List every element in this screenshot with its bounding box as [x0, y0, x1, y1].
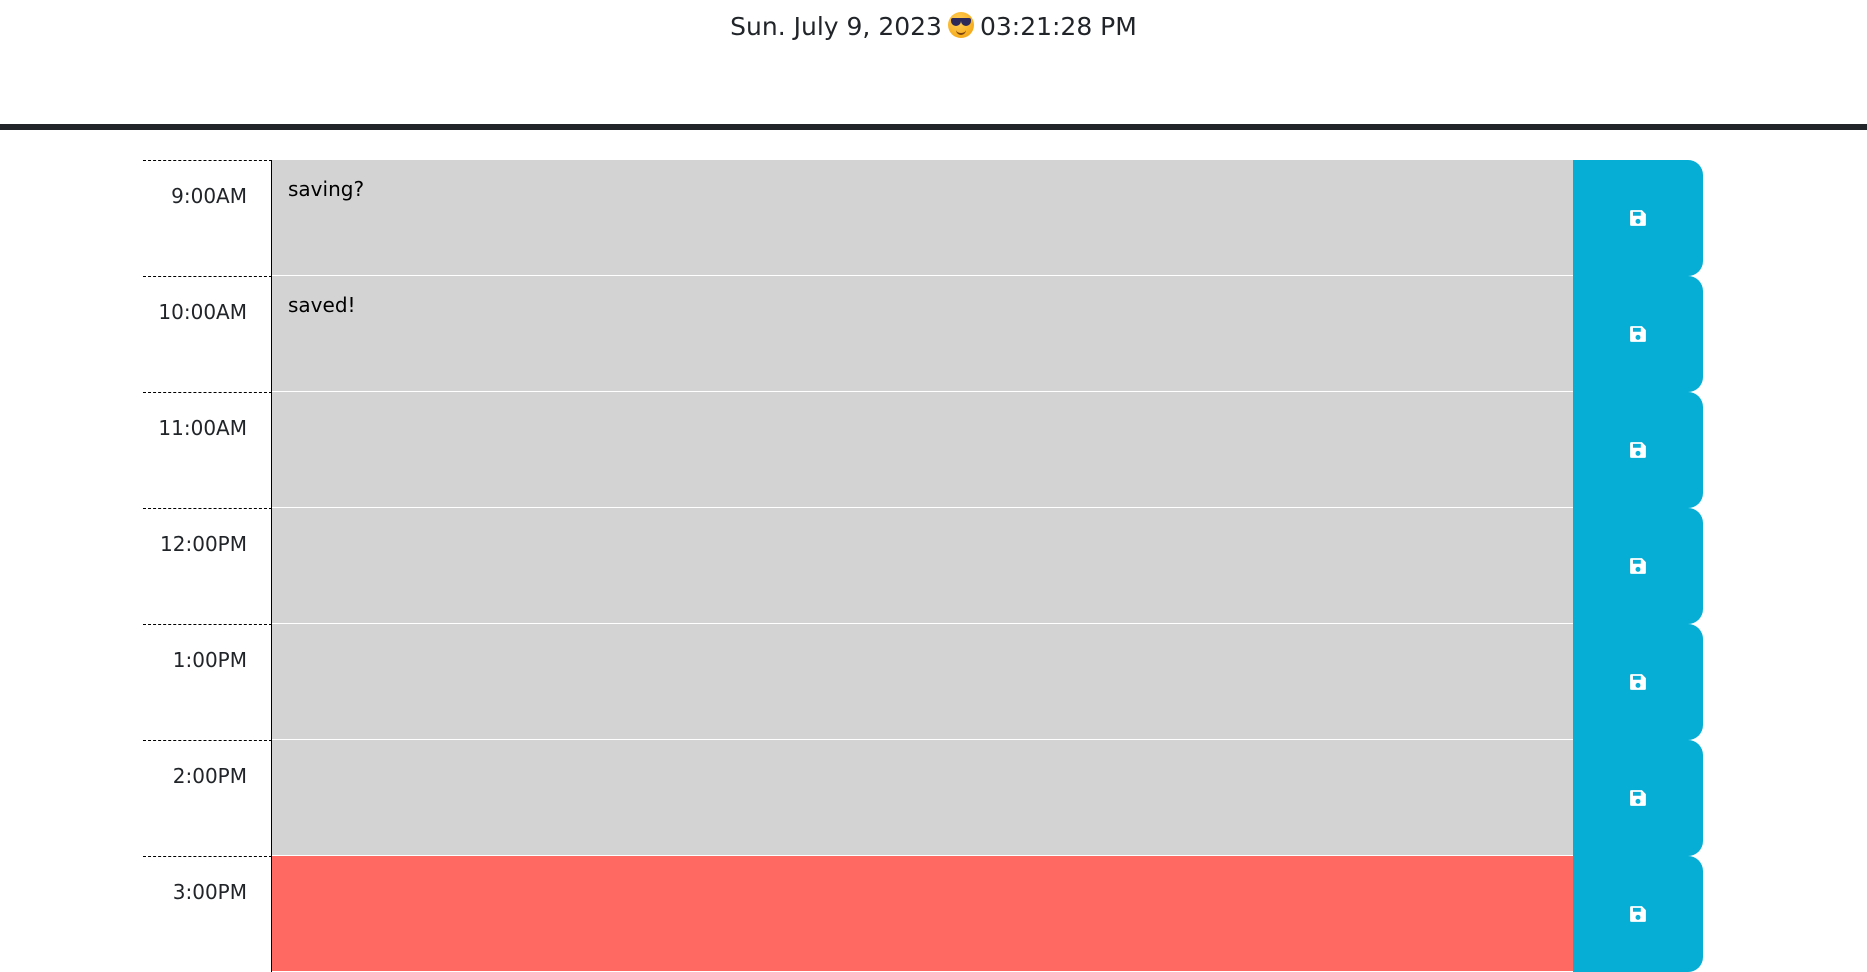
floppy-disk-icon [1630, 442, 1646, 458]
time-block-row: 11:00AM [143, 392, 1703, 508]
current-datetime: Sun. July 9, 2023 03:21:28 PM [0, 9, 1867, 44]
time-block-description[interactable] [272, 508, 1573, 624]
save-button[interactable] [1573, 740, 1703, 856]
floppy-disk-icon [1630, 906, 1646, 922]
hour-label: 9:00AM [143, 160, 272, 276]
time-block-description[interactable] [272, 392, 1573, 508]
save-button[interactable] [1573, 856, 1703, 972]
time-block-row: 10:00AM saved! [143, 276, 1703, 392]
hour-label: 2:00PM [143, 740, 272, 856]
floppy-disk-icon [1630, 790, 1646, 806]
floppy-disk-icon [1630, 674, 1646, 690]
hour-label: 3:00PM [143, 856, 272, 972]
current-date: Sun. July 9, 2023 [730, 12, 942, 41]
current-time: 03:21:28 PM [979, 12, 1137, 41]
save-button[interactable] [1573, 392, 1703, 508]
floppy-disk-icon [1630, 326, 1646, 342]
hour-label: 12:00PM [143, 508, 272, 624]
hour-label: 1:00PM [143, 624, 272, 740]
time-block-description[interactable] [272, 624, 1573, 740]
sunglasses-emoji-icon [947, 12, 974, 38]
save-button[interactable] [1573, 624, 1703, 740]
time-block-row: 2:00PM [143, 740, 1703, 856]
time-block-description[interactable] [272, 856, 1573, 972]
save-button[interactable] [1573, 276, 1703, 392]
schedule-container: 9:00AM saving? 10:00AM saved! 11:00AM 12… [143, 160, 1703, 972]
time-block-row: 12:00PM [143, 508, 1703, 624]
save-button[interactable] [1573, 160, 1703, 276]
time-block-row: 9:00AM saving? [143, 160, 1703, 276]
time-block-row: 1:00PM [143, 624, 1703, 740]
hour-label: 11:00AM [143, 392, 272, 508]
hour-label: 10:00AM [143, 276, 272, 392]
page-header: Sun. July 9, 2023 03:21:28 PM [0, 0, 1867, 130]
time-block-description[interactable]: saved! [272, 276, 1573, 392]
time-block-description[interactable]: saving? [272, 160, 1573, 276]
floppy-disk-icon [1630, 558, 1646, 574]
floppy-disk-icon [1630, 210, 1646, 226]
time-block-description[interactable] [272, 740, 1573, 856]
save-button[interactable] [1573, 508, 1703, 624]
time-block-row: 3:00PM [143, 856, 1703, 972]
